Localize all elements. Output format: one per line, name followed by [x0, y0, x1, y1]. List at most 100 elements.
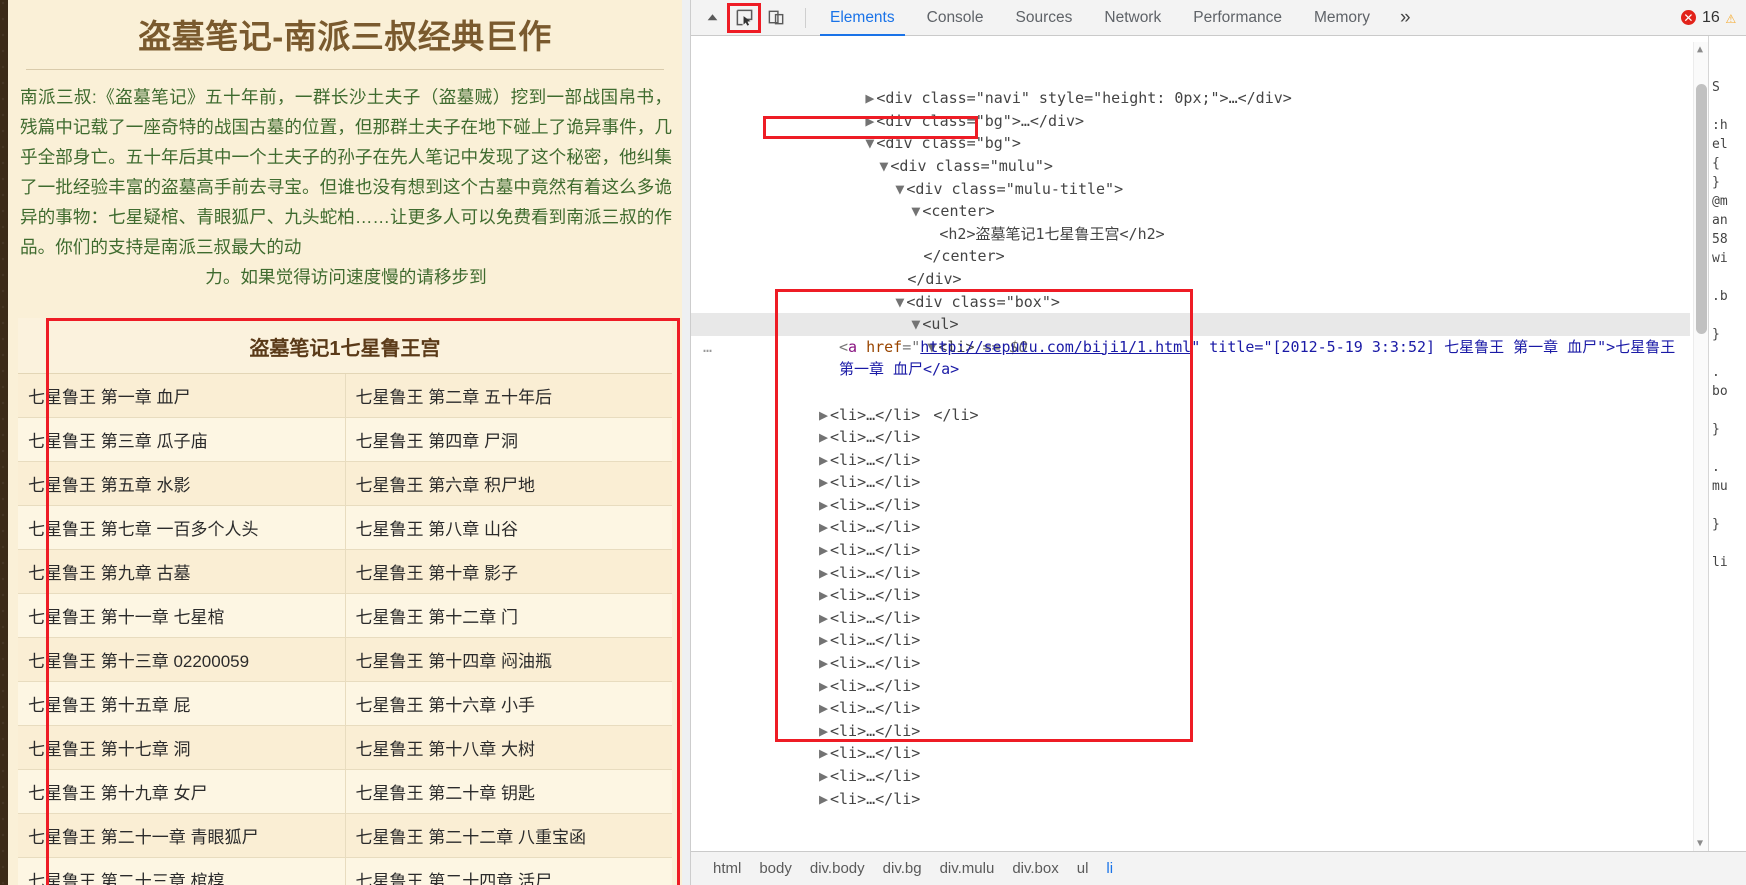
- dom-tree-pane[interactable]: ▶ <div class="navi" style="height: 0px;">…: [691, 36, 1708, 851]
- warning-icon[interactable]: ⚠: [1726, 8, 1736, 28]
- expand-triangle-icon[interactable]: ▶: [865, 87, 876, 110]
- expand-triangle-icon[interactable]: ▶: [819, 494, 830, 517]
- styles-sidebar-pane[interactable]: S:h el {} @m an 58 wi .b}. bo}. mu} li: [1708, 36, 1746, 851]
- chapter-link[interactable]: 七星鲁王 第二十三章 棺椁: [18, 857, 346, 885]
- dom-line[interactable]: [691, 42, 1690, 65]
- tab-console[interactable]: Console: [911, 0, 1000, 36]
- expand-triangle-icon[interactable]: ▶: [819, 584, 830, 607]
- dom-line-collapsed-li[interactable]: ▶ <li>…</li>: [691, 494, 1690, 517]
- expand-triangle-icon[interactable]: ▶: [865, 110, 876, 133]
- collapse-triangle-icon[interactable]: ▼: [911, 200, 922, 223]
- dom-line-collapsed-li[interactable]: ▶ <li>…</li>: [691, 675, 1690, 698]
- chapter-link[interactable]: 七星鲁王 第三章 瓜子庙: [18, 417, 346, 463]
- tab-elements[interactable]: Elements: [814, 0, 911, 36]
- chapter-link[interactable]: 七星鲁王 第十章 影子: [345, 549, 672, 595]
- chapter-link[interactable]: 七星鲁王 第十一章 七星棺: [18, 593, 346, 639]
- breadcrumb-item-li[interactable]: li: [1098, 858, 1121, 879]
- expand-triangle-icon[interactable]: ▶: [819, 675, 830, 698]
- chapter-link[interactable]: 七星鲁王 第十七章 洞: [18, 725, 346, 771]
- dom-line-collapsed-li[interactable]: ▶ <li>…</li>: [691, 629, 1690, 652]
- tab-memory[interactable]: Memory: [1298, 0, 1386, 36]
- chapter-link[interactable]: 七星鲁王 第二十章 钥匙: [345, 769, 672, 815]
- expand-triangle-icon[interactable]: ▶: [819, 471, 830, 494]
- expand-triangle-icon[interactable]: ▶: [819, 404, 830, 427]
- collapse-triangle-icon[interactable]: ▼: [911, 313, 922, 336]
- chapter-link[interactable]: 七星鲁王 第十八章 大树: [345, 725, 672, 771]
- expand-triangle-icon[interactable]: ▶: [819, 720, 830, 743]
- dom-line-collapsed-li[interactable]: ▶ <li>…</li>: [691, 652, 1690, 675]
- chapter-link[interactable]: 七星鲁王 第十四章 闷油瓶: [345, 637, 672, 683]
- dom-line-collapsed-li[interactable]: ▶ <li>…</li>: [691, 697, 1690, 720]
- dom-line-li-close[interactable]: </li>: [691, 381, 1690, 424]
- chapter-link[interactable]: 七星鲁王 第十三章 02200059: [18, 637, 346, 683]
- expand-triangle-icon[interactable]: ▶: [819, 697, 830, 720]
- expand-triangle-icon[interactable]: ▶: [819, 742, 830, 765]
- collapse-triangle-icon[interactable]: ▼: [879, 155, 890, 178]
- anchor-href-value[interactable]: http://seputu.com/biji1/1.html: [920, 338, 1191, 356]
- breakpoint-dots-icon[interactable]: …: [703, 336, 712, 359]
- expand-triangle-icon[interactable]: ▶: [819, 765, 830, 788]
- breadcrumb-item-ul[interactable]: ul: [1069, 858, 1097, 879]
- chapter-link[interactable]: 七星鲁王 第十九章 女尸: [18, 769, 346, 815]
- dom-scrollbar[interactable]: ▲ ▼: [1693, 42, 1708, 851]
- chapter-link[interactable]: 七星鲁王 第二章 五十年后: [345, 373, 672, 419]
- dom-line-collapsed-li[interactable]: ▶ <li>…</li>: [691, 765, 1690, 788]
- expand-triangle-icon[interactable]: ▶: [819, 516, 830, 539]
- chapter-link[interactable]: 七星鲁王 第一章 血尸: [18, 373, 346, 419]
- error-count[interactable]: 16: [1702, 9, 1720, 27]
- dom-line-collapsed-li[interactable]: ▶ <li>…</li>: [691, 607, 1690, 630]
- error-icon[interactable]: ✕: [1680, 10, 1696, 25]
- scrollbar-up-arrow-icon[interactable]: ▲: [1697, 44, 1703, 55]
- chapter-link[interactable]: 七星鲁王 第八章 山谷: [345, 505, 672, 551]
- chapter-link[interactable]: 七星鲁王 第十六章 小手: [345, 681, 672, 727]
- dom-line-collapsed-li[interactable]: ▶ <li>…</li>: [691, 449, 1690, 472]
- breadcrumb-item-body[interactable]: body: [751, 858, 800, 879]
- expand-triangle-icon[interactable]: ▶: [819, 629, 830, 652]
- expand-triangle-icon[interactable]: ▶: [819, 449, 830, 472]
- expand-triangle-icon[interactable]: ▶: [819, 652, 830, 675]
- chapter-link[interactable]: 七星鲁王 第二十四章 活尸: [345, 857, 672, 885]
- dom-line-collapsed-li[interactable]: ▶ <li>…</li>: [691, 539, 1690, 562]
- more-tabs-icon[interactable]: »: [1386, 0, 1425, 36]
- chapter-link[interactable]: 七星鲁王 第五章 水影: [18, 461, 346, 507]
- breadcrumb-item-div-mulu[interactable]: div.mulu: [932, 858, 1003, 879]
- collapse-triangle-icon[interactable]: ▼: [865, 132, 876, 155]
- tab-network[interactable]: Network: [1088, 0, 1177, 36]
- chapter-link[interactable]: 七星鲁王 第十二章 门: [345, 593, 672, 639]
- dom-line-anchor[interactable]: <a href="http://seputu.com/biji1/1.html"…: [691, 336, 1690, 381]
- breadcrumb-item-html[interactable]: html: [705, 858, 749, 879]
- dom-line-collapsed-li[interactable]: ▶ <li>…</li>: [691, 720, 1690, 743]
- tab-performance[interactable]: Performance: [1177, 0, 1298, 36]
- dom-line-collapsed-li[interactable]: ▶ <li>…</li>: [691, 584, 1690, 607]
- collapse-triangle-icon[interactable]: ▼: [895, 178, 906, 201]
- expand-triangle-icon[interactable]: ▶: [819, 607, 830, 630]
- expand-triangle-icon[interactable]: ▶: [819, 426, 830, 449]
- dom-line-collapsed-li[interactable]: ▶ <li>…</li>: [691, 471, 1690, 494]
- breadcrumb-item-div-body[interactable]: div.body: [802, 858, 873, 879]
- expand-triangle-icon[interactable]: ▶: [819, 788, 830, 811]
- dom-line-collapsed-li[interactable]: ▶ <li>…</li>: [691, 516, 1690, 539]
- dom-line-collapsed-li[interactable]: ▶ <li>…</li>: [691, 788, 1690, 811]
- chapter-link[interactable]: 七星鲁王 第九章 古墓: [18, 549, 346, 595]
- expand-triangle-icon[interactable]: ▶: [819, 539, 830, 562]
- dom-scrollbar-thumb[interactable]: [1696, 84, 1707, 334]
- dom-line-collapsed-li[interactable]: ▶ <li>…</li>: [691, 742, 1690, 765]
- device-toolbar-icon[interactable]: [761, 5, 791, 31]
- dom-line-collapsed-li[interactable]: ▶ <li>…</li>: [691, 562, 1690, 585]
- dom-line-collapsed-li[interactable]: ▶ <li>…</li>: [691, 404, 1690, 427]
- breadcrumb-item-div-box[interactable]: div.box: [1004, 858, 1066, 879]
- scrollbar-down-arrow-icon[interactable]: ▼: [1697, 838, 1703, 849]
- expand-triangle-icon[interactable]: ▶: [819, 562, 830, 585]
- tab-sources[interactable]: Sources: [1000, 0, 1089, 36]
- chapter-link[interactable]: 七星鲁王 第二十二章 八重宝函: [345, 813, 672, 859]
- inspect-element-icon[interactable]: [727, 2, 761, 33]
- dom-line-navi[interactable]: ▶ <div class="navi" style="height: 0px;">…: [691, 65, 1690, 107]
- chapter-link[interactable]: 七星鲁王 第十五章 屁: [18, 681, 346, 727]
- breadcrumb-item-div-bg[interactable]: div.bg: [875, 858, 930, 879]
- chapter-link[interactable]: 七星鲁王 第六章 积尸地: [345, 461, 672, 507]
- chapter-link[interactable]: 七星鲁王 第四章 尸洞: [345, 417, 672, 463]
- chapter-link[interactable]: 七星鲁王 第七章 一百多个人头: [18, 505, 346, 551]
- chapter-link[interactable]: 七星鲁王 第二十一章 青眼狐尸: [18, 813, 346, 859]
- collapse-triangle-icon[interactable]: ▼: [895, 291, 906, 314]
- scroll-up-arrow-icon[interactable]: [697, 5, 727, 31]
